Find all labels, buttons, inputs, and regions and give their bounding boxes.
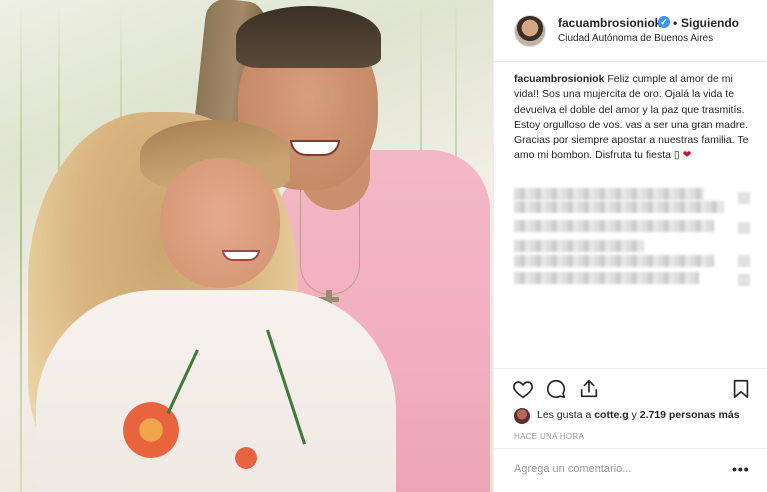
caption-emoji: ▯	[673, 149, 683, 162]
blurred-like	[738, 255, 750, 267]
blurred-like	[738, 222, 750, 234]
flower-print	[226, 440, 266, 476]
blurred-comment	[514, 240, 644, 252]
woman-blouse	[36, 290, 396, 492]
following-button[interactable]: Siguiendo	[681, 16, 739, 30]
woman-face	[160, 158, 280, 288]
comment-icon[interactable]	[545, 378, 567, 400]
blurred-like	[738, 274, 750, 286]
likes-text: Les gusta a cotte.g y 2.719 personas más	[537, 409, 740, 421]
likes-conjunction: y	[628, 409, 640, 421]
likes-count[interactable]: 2.719 personas más	[640, 409, 740, 421]
blurred-like	[738, 192, 750, 204]
blurred-comment	[514, 201, 724, 213]
man-hair	[236, 6, 381, 68]
comment-bar: •••	[494, 448, 767, 492]
post-timestamp[interactable]: HACE UNA HORA	[514, 432, 584, 441]
flower-print	[116, 400, 186, 460]
post-details-panel: facuambrosioniok ✓ • Siguiendo Ciudad Au…	[493, 0, 767, 492]
location-link[interactable]: Ciudad Autónoma de Buenos Aires	[558, 33, 713, 44]
willow-branch	[20, 0, 22, 492]
blurred-comment	[514, 220, 714, 232]
blurred-comment	[514, 255, 714, 267]
blurred-comment	[514, 188, 704, 200]
liker-avatar[interactable]	[514, 408, 530, 424]
verified-badge-icon: ✓	[658, 16, 670, 28]
user-avatar[interactable]	[514, 15, 546, 47]
more-options-icon[interactable]: •••	[732, 461, 750, 477]
post-header: facuambrosioniok ✓ • Siguiendo Ciudad Au…	[494, 0, 767, 62]
separator-dot: •	[673, 16, 678, 30]
action-bar	[494, 368, 767, 408]
caption-username[interactable]: facuambrosioniok	[514, 73, 604, 85]
leaf-print	[266, 329, 307, 445]
username-link[interactable]: facuambrosioniok	[558, 16, 661, 30]
comment-input[interactable]	[514, 463, 714, 475]
heart-emoji: ❤	[682, 149, 692, 162]
leaf-print	[166, 349, 199, 415]
share-icon[interactable]	[578, 378, 600, 400]
post-caption: facuambrosioniok Feliz cumple al amor de…	[514, 72, 754, 164]
caption-text: Feliz cumple al amor de mi vida!! Sos un…	[514, 73, 749, 162]
likes-prefix: Les gusta a	[537, 409, 595, 421]
bookmark-icon[interactable]	[730, 378, 752, 400]
post-photo[interactable]	[0, 0, 493, 492]
heart-icon[interactable]	[512, 378, 534, 400]
blurred-comment	[514, 272, 699, 284]
liker-username[interactable]: cotte.g	[594, 409, 628, 421]
woman-smile	[222, 250, 260, 261]
